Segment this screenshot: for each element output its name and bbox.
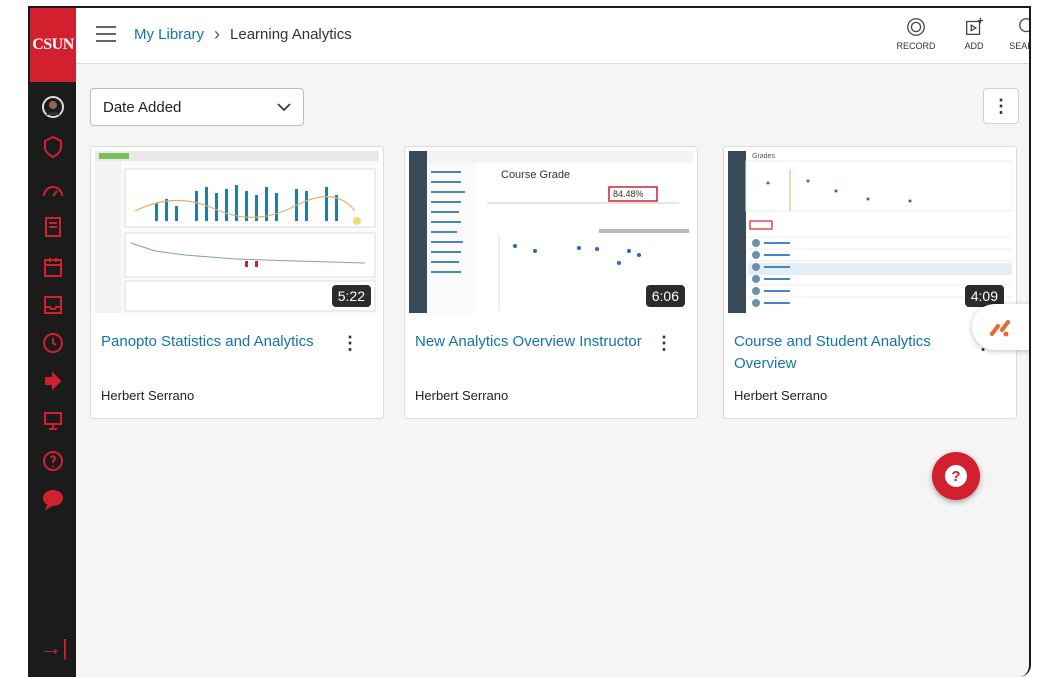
record-label: RECORD <box>896 41 936 51</box>
video-author: Herbert Serrano <box>415 388 509 403</box>
expand-nav-icon[interactable]: →| <box>40 635 68 661</box>
record-icon <box>907 18 925 36</box>
chevron-down-icon <box>277 103 291 112</box>
search-button[interactable]: SEARCH <box>1000 16 1029 51</box>
app-window: CSUN →| My Library › Learning Analytics … <box>28 6 1031 677</box>
help-button[interactable]: ? <box>932 452 980 500</box>
logout-icon[interactable] <box>38 366 68 396</box>
hamburger-menu-icon[interactable] <box>96 26 116 44</box>
chevron-right-icon: › <box>214 24 221 44</box>
sort-select[interactable]: Date Added <box>90 88 304 126</box>
thumb-grade-percent: 84.48% <box>613 189 644 199</box>
question-icon: ? <box>945 465 967 487</box>
duration-badge: 6:06 <box>645 285 685 307</box>
add-media-icon <box>966 17 984 35</box>
global-nav-sidebar: CSUN →| <box>30 8 76 677</box>
breadcrumb-my-library[interactable]: My Library <box>134 26 204 43</box>
thumb-course-grade-label: Course Grade <box>501 169 571 181</box>
breadcrumb: My Library › Learning Analytics <box>134 24 352 45</box>
video-title[interactable]: New Analytics Overview Instructor <box>415 331 645 353</box>
more-options-button[interactable]: ⋮ <box>983 88 1019 124</box>
top-bar: My Library › Learning Analytics RECORD A… <box>76 8 1029 64</box>
video-card[interactable]: 5:22 Panopto Statistics and Analytics ⋮ … <box>90 146 384 419</box>
video-thumbnail[interactable]: Grades 4:09 <box>728 151 1012 313</box>
video-title[interactable]: Panopto Statistics and Analytics <box>101 331 331 353</box>
video-thumbnail[interactable]: Course Grade 84.48% 6:06 <box>409 151 693 313</box>
pendo-logo-icon <box>990 320 1010 337</box>
shield-icon[interactable] <box>38 132 68 162</box>
thumb-grades-label: Grades <box>752 153 775 160</box>
csun-logo[interactable]: CSUN <box>30 8 76 82</box>
help-icon[interactable] <box>38 446 68 476</box>
video-author: Herbert Serrano <box>734 388 828 403</box>
courses-icon[interactable] <box>38 212 68 242</box>
add-label: ADD <box>964 41 984 51</box>
dashboard-icon[interactable] <box>38 176 68 206</box>
card-kebab-menu-icon[interactable]: ⋮ <box>341 333 359 354</box>
video-author: Herbert Serrano <box>101 388 195 403</box>
inbox-icon[interactable] <box>38 290 68 320</box>
history-icon[interactable] <box>38 328 68 358</box>
breadcrumb-current: Learning Analytics <box>230 26 352 43</box>
duration-badge: 5:22 <box>331 285 371 307</box>
studio-icon[interactable] <box>38 406 68 436</box>
avatar[interactable] <box>38 92 68 122</box>
chat-icon[interactable] <box>38 484 68 514</box>
search-icon <box>1019 18 1029 33</box>
video-card[interactable]: Course Grade 84.48% 6:06 New Analytics O… <box>404 146 698 419</box>
search-label: SEARCH <box>1009 41 1029 51</box>
add-button[interactable]: ADD <box>946 16 1002 51</box>
card-kebab-menu-icon[interactable]: ⋮ <box>655 333 673 354</box>
calendar-icon[interactable] <box>38 252 68 282</box>
video-title[interactable]: Course and Student Analytics Overview <box>734 331 964 375</box>
video-card[interactable]: Grades 4:09 Course and Student Analytics… <box>723 146 1017 419</box>
sort-selected-value: Date Added <box>103 98 182 116</box>
video-thumbnail[interactable]: 5:22 <box>95 151 379 313</box>
record-button[interactable]: RECORD <box>888 16 944 51</box>
feedback-widget[interactable] <box>972 304 1029 350</box>
